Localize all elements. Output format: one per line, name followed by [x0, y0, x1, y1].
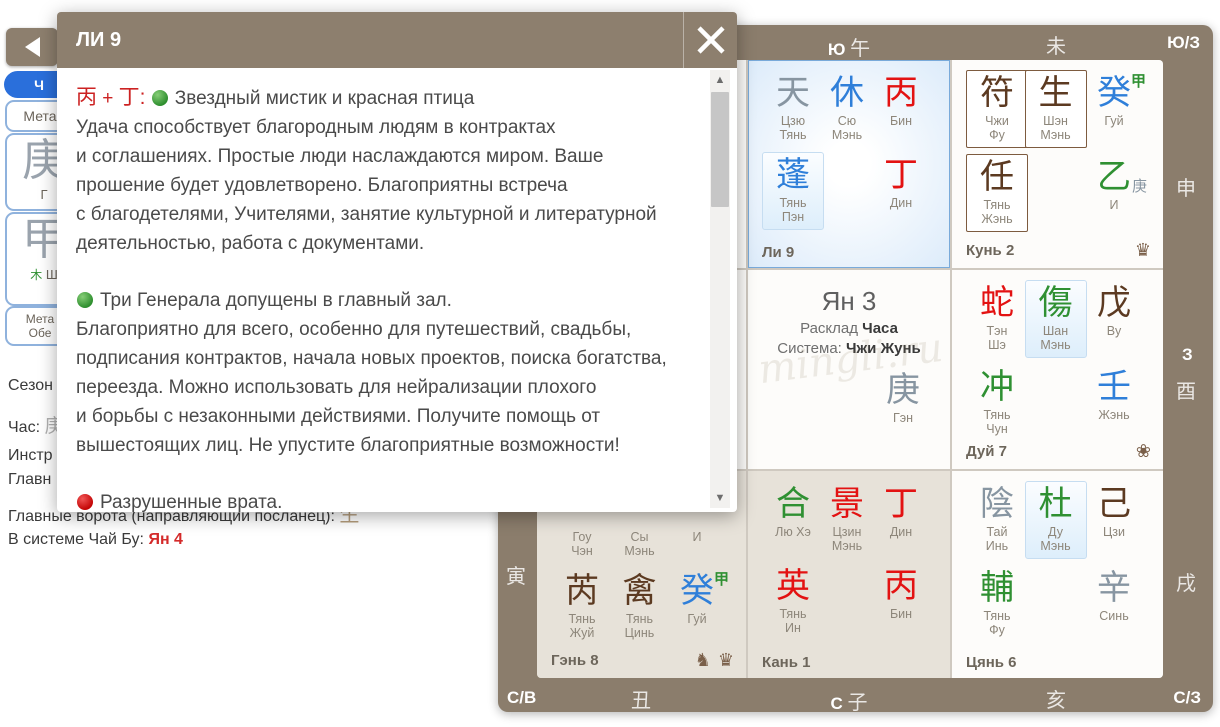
palace-li9[interactable]: 天 Цзю Тянь 休 Сю Мэнь 丙 Бин 蓬 Тян — [748, 60, 950, 268]
gate-item: 生 Шэн Мэнь — [1025, 70, 1087, 148]
back-button[interactable] — [6, 28, 58, 66]
deity-item: 陰 Тай Инь — [974, 484, 1020, 554]
palace-info-modal: ЛИ 9 丙 + 丁: Звездный мистик и красная пт… — [57, 12, 737, 512]
palace-name: Дуй 7 — [966, 443, 1007, 460]
scroll-up-icon[interactable]: ▲ — [710, 70, 730, 90]
star-item: 英 Тянь Ин — [770, 566, 816, 636]
hidden-jia-marker: 甲 — [714, 568, 729, 589]
broken-gate-paragraph: Разрушенные врата. Хорошие качества врат… — [76, 488, 681, 512]
hour-line: Час: 庚 — [8, 411, 63, 438]
app-root: Ч Мета 庚 Г 甲 木 Ш Мета Обе Сезон Час: 庚 И… — [0, 0, 1220, 727]
season-label: Сезон — [8, 377, 53, 395]
star-item: 冲 Тянь Чун — [974, 367, 1020, 437]
scroll-down-icon[interactable]: ▼ — [710, 488, 730, 508]
gate-item: 休 Сю Мэнь — [824, 73, 870, 143]
crown-icon: ♛ — [718, 650, 734, 671]
chart-center-info: mingli.ru Ян 3 Расклад Часа Система: Чжи… — [748, 270, 950, 469]
crown-icon: ♛ — [1135, 240, 1151, 261]
instruments-label: Инстр — [8, 447, 53, 465]
modal-scrollbar[interactable]: ▲ ▼ — [710, 70, 730, 508]
palace-name: Ли 9 — [762, 244, 794, 261]
hidden-jia-marker: 甲 — [1131, 70, 1146, 91]
geng-marker: 庚 — [1132, 175, 1147, 196]
palace-name: Кунь 2 — [966, 242, 1014, 259]
heaven-stem-item: 己 Цзи — [1091, 484, 1137, 539]
chart-structure-title: Ян 3 — [748, 286, 950, 317]
branch-shen: 申 — [1176, 172, 1196, 201]
branch-wei: 未 — [1011, 30, 1101, 59]
heaven-stem-item: 丙 Бин — [878, 73, 924, 128]
palace-name: Гэнь 8 — [551, 652, 599, 669]
wood-element-label: 木 — [30, 268, 42, 282]
heaven-stem-item: 癸甲 Гуй — [1091, 73, 1137, 128]
combination-paragraph: 丙 + 丁: Звездный мистик и красная птица У… — [76, 83, 681, 258]
heaven-stem-item: 丁 Дин — [878, 484, 924, 539]
branch-you: 酉 — [1176, 375, 1196, 404]
branch-chou: 丑 — [596, 684, 686, 713]
gate-item: 傷 Шан Мэнь — [1025, 280, 1087, 358]
green-dot-icon — [77, 292, 93, 308]
corner-northeast: С/В — [507, 688, 536, 708]
close-button[interactable] — [683, 12, 737, 68]
green-dot-icon — [152, 90, 168, 106]
three-generals-paragraph: Три Генерала допущены в главный зал. Бла… — [76, 286, 681, 460]
flower-icon: ❀ — [1136, 441, 1151, 462]
scrollbar-thumb[interactable] — [711, 92, 729, 207]
heaven-stem-item: 戊 Ву — [1091, 283, 1137, 338]
palace-name: Цянь 6 — [966, 654, 1017, 671]
branch-yin: 寅 — [506, 560, 526, 589]
earth-stem-item: 癸甲 Гуй — [674, 571, 720, 626]
branch-hai: 亥 — [1011, 684, 1101, 713]
back-arrow-icon — [25, 37, 40, 57]
close-icon — [694, 23, 728, 57]
earth-stem-item: 丁 Дин — [878, 155, 924, 210]
gate-item: 杜 Ду Мэнь — [1025, 481, 1087, 559]
knight-icon: ♞ — [695, 650, 711, 671]
branch-xu: 戌 — [1176, 567, 1196, 596]
hour-stem-item: 庚 Гэн — [886, 370, 920, 425]
direction-north: С 子 — [804, 686, 894, 715]
main-label: Главн — [8, 471, 51, 489]
direction-west: З — [1182, 345, 1193, 365]
earth-stem-item: 辛 Синь — [1091, 568, 1137, 623]
red-dot-icon — [77, 494, 93, 510]
corner-northwest: С/З — [1173, 688, 1201, 708]
palace-kun2[interactable]: 符 Чжи Фу 生 Шэн Мэнь 癸甲 Гуй 任 Тян — [952, 60, 1163, 268]
corner-southwest: Ю/З — [1167, 33, 1200, 53]
stem-ding: 丁 — [119, 86, 140, 109]
stem-bing: 丙 — [76, 86, 97, 109]
direction-south: Ю 午 — [804, 32, 894, 61]
earth-stem-item: 乙庚 И — [1091, 157, 1137, 212]
system-value: Ян 4 — [148, 531, 183, 548]
gate-item: 景 Цзин Мэнь — [824, 484, 870, 554]
star-2-item: 禽 Тянь Цинь — [617, 571, 663, 641]
deity-item: 符 Чжи Фу — [966, 70, 1028, 148]
star-item: 輔 Тянь Фу — [974, 568, 1020, 638]
modal-title: ЛИ 9 — [76, 29, 121, 52]
palace-dui7[interactable]: 蛇 Тэн Шэ 傷 Шан Мэнь 戊 Ву 冲 Тянь — [952, 270, 1163, 469]
star-item: 任 Тянь Жэнь — [966, 154, 1028, 232]
modal-body[interactable]: 丙 + 丁: Звездный мистик и красная птица У… — [57, 68, 737, 512]
palace-qian6[interactable]: 陰 Тай Инь 杜 Ду Мэнь 己 Цзи 輔 Тянь — [952, 471, 1163, 678]
palace-kan1[interactable]: 合 Лю Хэ 景 Цзин Мэнь 丁 Дин 英 Тянь — [748, 471, 950, 678]
earth-stem-item: 丙 Бин — [878, 566, 924, 621]
star-item: 芮 Тянь Жуй — [559, 571, 605, 641]
deity-item: 天 Цзю Тянь — [770, 73, 816, 143]
star-item: 蓬 Тянь Пэн — [762, 152, 824, 230]
deity-item: 合 Лю Хэ — [770, 484, 816, 539]
modal-header: ЛИ 9 — [57, 12, 737, 68]
chart-type-line: Расклад Часа — [748, 320, 950, 337]
deity-item: 蛇 Тэн Шэ — [974, 283, 1020, 353]
palace-name: Кань 1 — [762, 654, 810, 671]
chart-system-line: Система: Чжи Жунь — [748, 340, 950, 357]
earth-stem-item: 壬 Жэнь — [1091, 367, 1137, 422]
system-line: В системе Чай Бу: Ян 4 — [8, 531, 183, 549]
